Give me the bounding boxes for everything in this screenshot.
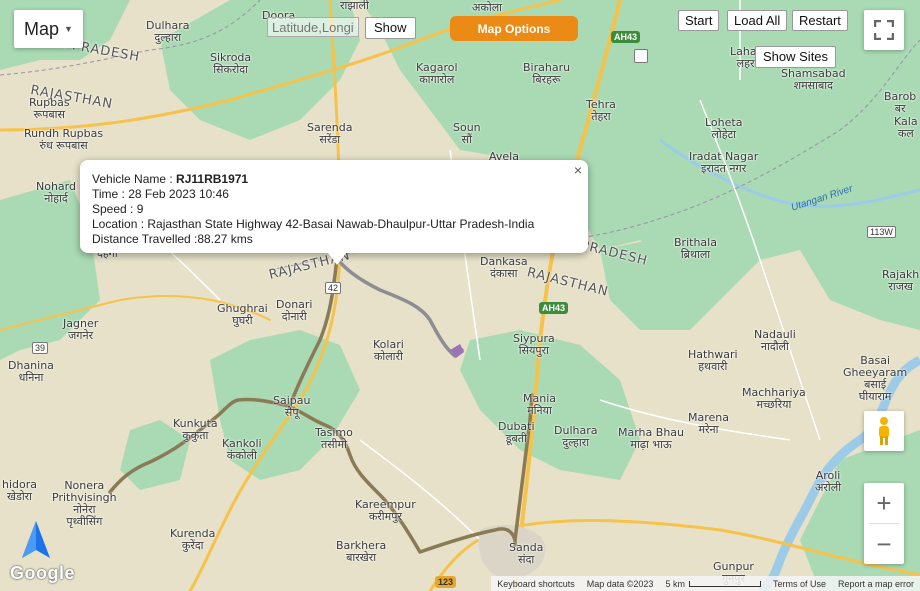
place-dulhara: Dulhara दुल्हारा [554,424,598,449]
place-marena: Marena मरेना [688,411,729,436]
place-ghughrai: Ghughrai घुघरी [217,302,268,327]
shield-39: 39 [32,342,49,354]
place-hathwari: Hathwari हथवारी [688,348,738,373]
place-siypura: Siypura सियपुरा [513,332,555,357]
place-shamsabad: Shamsabad शमसाबाद [781,67,846,92]
fullscreen-icon [874,20,894,40]
report-error-link[interactable]: Report a map error [838,579,914,589]
sites-checkbox[interactable] [634,49,648,63]
vehicle-speed: Speed : 9 [92,202,144,216]
terms-link[interactable]: Terms of Use [773,579,826,589]
place-kankoli: Kankoli कंकोली [222,437,262,462]
place-kala: Kala कल [894,115,918,140]
vehicle-name-row: Vehicle Name : RJ11RB1971 [92,172,576,187]
shield-ah43-mid: AH43 [539,302,569,314]
keyboard-shortcuts-link[interactable]: Keyboard shortcuts [497,579,575,589]
place-rajakh: Rajakh राजख [882,268,920,293]
vehicle-name-label: Vehicle Name : [92,172,177,186]
shield-ah43-top: AH43 [611,31,641,43]
place-kolari: Kolari कोलारी [373,338,404,363]
place-sikroda: Sikroda सिकरोदा [210,51,252,76]
place-tasimo: Tasimo तसीमो [315,426,353,451]
map-data-attribution: Map data ©2023 [586,578,654,589]
scale-label: 5 km [665,578,685,589]
place-sarenda: Sarenda सरेंडा [307,121,353,146]
place-aroli: Aroli अरोली [815,469,842,494]
place-dhanina: Dhanina धनिना [8,359,54,384]
vehicle-distance: Distance Travelled :88.27 kms [92,232,253,246]
google-logo: Google [10,563,75,583]
chevron-down-icon: ▼ [64,24,73,34]
place-barob: Barob बर [884,90,917,115]
start-button[interactable]: Start [678,10,720,31]
fullscreen-button[interactable] [864,10,904,50]
place-kagarol: Kagarol कागारोल [416,61,458,86]
scale-bar[interactable]: 5 km [665,579,761,589]
app-logo-icon [22,521,50,558]
place-saipau: Saipau सैपू [273,394,311,419]
place-kareempur: Kareempur करीमपुर [355,498,416,523]
restart-button[interactable]: Restart [792,10,848,31]
place-akola: अकोला [472,1,503,14]
place-nohard: Nohard नोहार्द [36,180,76,205]
place-tehra: Tehra तेहरा [586,98,616,123]
shield-113w: 113W [867,226,896,238]
place-machhariya: Machhariya मच्छरिया [742,386,806,411]
zoom-control: + − [864,483,904,564]
close-icon[interactable]: × [574,163,582,178]
place-nadauli: Nadauli नादौली [754,328,796,353]
place-basai-gheeyaram: Basai Gheeyaram बसाई घीयाराम [843,354,908,403]
place-soun: Soun सौं [453,121,481,146]
place-iradat-nagar: Iradat Nagar इरादत नगर [689,150,759,175]
place-rupbas: Rupbas रूपबास [29,96,70,121]
place-dankasa: Dankasa दंकासा [480,255,528,280]
place-loheta: Loheta लोहेटा [705,116,743,141]
map-options-button[interactable]: Map Options [450,16,578,41]
street-view-button[interactable] [864,411,904,451]
vehicle-info-window: × Vehicle Name : RJ11RB1971 Time : 28 Fe… [80,160,588,265]
vehicle-marker[interactable] [450,344,464,358]
map-type-label: Map [24,18,60,39]
shield-123: 123 [435,576,457,588]
map-type-dropdown[interactable]: Map ▼ [14,10,83,48]
place-khidora: hidora खेडोरा [2,478,38,503]
place-jagner: Jagner जगनेर [63,317,99,342]
show-button[interactable]: Show [365,17,416,39]
map-canvas[interactable]: AR PRADESH RAJASTHAN RAJASTHAN PRADESH R… [0,0,920,591]
place-dulhara-top: Dulhara दुल्हारा [146,19,190,44]
place-barkhera: Barkhera बारखेरा [336,539,387,564]
vehicle-name-value: RJ11RB1971 [176,172,249,186]
zoom-out-button[interactable]: − [864,524,904,564]
place-marha-bhau: Marha Bhau माढ़ा भाऊ [618,426,684,451]
scale-line [688,580,761,587]
place-brithala: Brithala ब्रिथाला [674,236,717,261]
place-biraharu: Biraharu बिरहरू [523,61,571,86]
shield-42: 42 [325,282,342,294]
show-sites-button[interactable]: Show Sites [755,46,837,68]
pegman-icon [879,417,889,445]
place-kurenda: Kurenda कुरेंदा [170,527,216,552]
place-sanda: Sanda संदा [509,541,544,566]
vehicle-time: Time : 28 Feb 2023 10:46 [92,187,229,201]
place-donari: Donari दोनारी [276,298,313,323]
place-dubati: Dubati डूबती [498,420,535,445]
latlng-input[interactable] [267,17,359,37]
map-footer: Keyboard shortcuts Map data ©2023 5 km T… [491,576,920,591]
place-mania: Mania मनिया [523,392,556,417]
place-nonera-prithvisingh: Nonera Prithvisingh नोनेरा पृथ्वीसिंग [52,479,117,528]
place-kunkuta: Kunkuta कुकुता [173,417,218,442]
vehicle-location: Location : Rajasthan State Highway 42-Ba… [92,217,535,231]
place-rajhali: राझाली [340,0,369,12]
info-window-pointer [328,253,346,265]
load-all-button[interactable]: Load All [727,10,788,31]
zoom-in-button[interactable]: + [864,483,904,523]
place-rundh-rupbas: Rundh Rupbas रुंध रूपबास [24,127,104,152]
